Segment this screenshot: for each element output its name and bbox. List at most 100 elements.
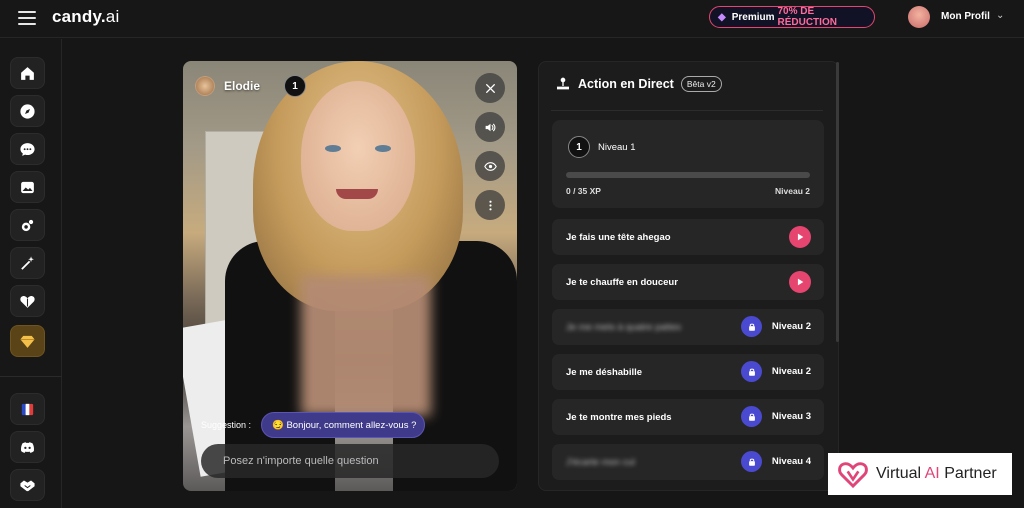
suggestion-chip[interactable]: 😏 Bonjour, comment allez-vous ?: [261, 412, 425, 438]
character-name[interactable]: Elodie: [224, 79, 260, 93]
speaker-icon: [485, 123, 495, 131]
sidebar-item-gallery[interactable]: [10, 171, 45, 203]
visibility-button[interactable]: [475, 151, 505, 181]
more-options-button[interactable]: [475, 190, 505, 220]
sidebar-item-my-ai[interactable]: [10, 285, 45, 317]
discord-icon: [20, 441, 35, 453]
sidebar-item-chat[interactable]: [10, 133, 45, 165]
beta-badge: Bêta v2: [680, 76, 722, 92]
sidebar-item-create[interactable]: [10, 209, 45, 241]
action-label: Je te chauffe en douceur: [566, 276, 678, 288]
menu-icon[interactable]: [18, 11, 36, 25]
sidebar-item-home[interactable]: [10, 57, 45, 89]
lock-icon: [748, 413, 755, 421]
action-item[interactable]: J'écarte mon cul Niveau 4: [552, 444, 824, 480]
suggestion-label: Suggestion :: [201, 420, 252, 430]
action-label: Je me mets à quatre pattes: [566, 321, 682, 333]
xp-progress-bar: [566, 172, 810, 178]
lock-badge: [741, 451, 762, 472]
compass-icon: [20, 103, 35, 119]
character-mouth: [336, 189, 378, 199]
eye-icon: [483, 161, 497, 171]
top-bar: candy.ai ◆ Premium 70% DE RÉDUCTION Mon …: [0, 0, 1024, 38]
watermark-text-end: Partner: [939, 465, 997, 482]
chat-bubble-icon: [20, 142, 35, 156]
play-icon: [797, 278, 804, 286]
home-icon: [21, 66, 34, 80]
censor-blur: [301, 276, 431, 416]
level-badge: 1: [284, 75, 307, 97]
joystick-icon: [557, 77, 569, 90]
premium-discount: 70% DE RÉDUCTION: [777, 6, 837, 28]
watermark-text: Virtual AI Partner: [876, 465, 997, 483]
level-card: 1 Niveau 1 0 / 35 XP Niveau 2: [552, 120, 824, 208]
heart-logo-icon: [838, 462, 868, 489]
character-eye-right: [375, 145, 391, 152]
watermark-logo: Virtual AI Partner: [828, 453, 1012, 495]
heart-icon: [20, 295, 35, 308]
action-item[interactable]: Je me déshabille Niveau 2: [552, 354, 824, 390]
character-video[interactable]: Elodie 1 Suggestion : 😏 Bonjour, comment…: [183, 61, 517, 491]
close-button[interactable]: [475, 73, 505, 103]
lock-icon: [748, 323, 755, 331]
sidebar: [0, 39, 62, 508]
panel-divider: [551, 110, 823, 111]
lock-badge: [741, 406, 762, 427]
live-action-panel: Action en Direct Bêta v2 1 Niveau 1 0 / …: [538, 61, 839, 491]
required-level: Niveau 2: [771, 366, 811, 377]
handshake-icon: [20, 480, 35, 491]
action-item[interactable]: Je me mets à quatre pattes Niveau 2: [552, 309, 824, 345]
sidebar-item-affiliate[interactable]: [10, 469, 45, 501]
sidebar-item-language[interactable]: [10, 393, 45, 425]
france-flag-icon: [21, 403, 34, 415]
character-face: [301, 81, 415, 231]
sparkle-magic-icon: [21, 219, 34, 231]
logo-main: candy.: [52, 7, 106, 26]
magic-wand-icon: [21, 255, 34, 270]
level-badge: 1: [568, 136, 590, 158]
sound-button[interactable]: [475, 112, 505, 142]
logo-accent: ai: [105, 7, 120, 26]
avatar[interactable]: [908, 6, 930, 28]
character-header: Elodie 1: [195, 75, 307, 97]
required-level: Niveau 3: [771, 411, 811, 422]
sidebar-divider: [0, 376, 62, 377]
chevron-down-icon[interactable]: ⌄: [996, 10, 1004, 21]
premium-button[interactable]: ◆ Premium 70% DE RÉDUCTION: [709, 6, 875, 28]
action-item[interactable]: Je fais une tête ahegao: [552, 219, 824, 255]
image-icon: [21, 181, 34, 193]
play-button[interactable]: [789, 271, 811, 293]
premium-label: Premium: [731, 11, 775, 23]
play-button[interactable]: [789, 226, 811, 248]
profile-label[interactable]: Mon Profil: [941, 11, 990, 22]
action-label: J'écarte mon cul: [566, 456, 635, 468]
play-icon: [797, 233, 804, 241]
action-item[interactable]: Je te montre mes pieds Niveau 3: [552, 399, 824, 435]
sidebar-item-premium[interactable]: [10, 325, 45, 357]
diamond-icon: [20, 335, 35, 348]
character-eye-left: [325, 145, 341, 152]
sidebar-item-generate[interactable]: [10, 247, 45, 279]
action-label: Je fais une tête ahegao: [566, 231, 671, 243]
lock-badge: [741, 316, 762, 337]
diamond-icon: ◆: [718, 11, 726, 23]
lock-icon: [748, 368, 755, 376]
required-level: Niveau 2: [771, 321, 811, 332]
level-name: Niveau 1: [598, 142, 636, 153]
action-label: Je te montre mes pieds: [566, 411, 672, 423]
sidebar-item-explore[interactable]: [10, 95, 45, 127]
action-label: Je me déshabille: [566, 366, 643, 378]
action-item[interactable]: Je te chauffe en douceur: [552, 264, 824, 300]
watermark-text-ai: AI: [924, 465, 940, 482]
sidebar-item-discord[interactable]: [10, 431, 45, 463]
panel-header: Action en Direct Bêta v2: [555, 76, 722, 92]
next-level-label: Niveau 2: [775, 186, 810, 196]
character-avatar[interactable]: [195, 76, 215, 96]
panel-scrollbar[interactable]: [836, 62, 839, 342]
lock-badge: [741, 361, 762, 382]
more-vertical-icon: [488, 200, 492, 210]
chat-input[interactable]: [201, 444, 499, 478]
logo[interactable]: candy.ai: [52, 7, 119, 27]
panel-title: Action en Direct: [578, 77, 674, 91]
lock-icon: [748, 458, 755, 466]
